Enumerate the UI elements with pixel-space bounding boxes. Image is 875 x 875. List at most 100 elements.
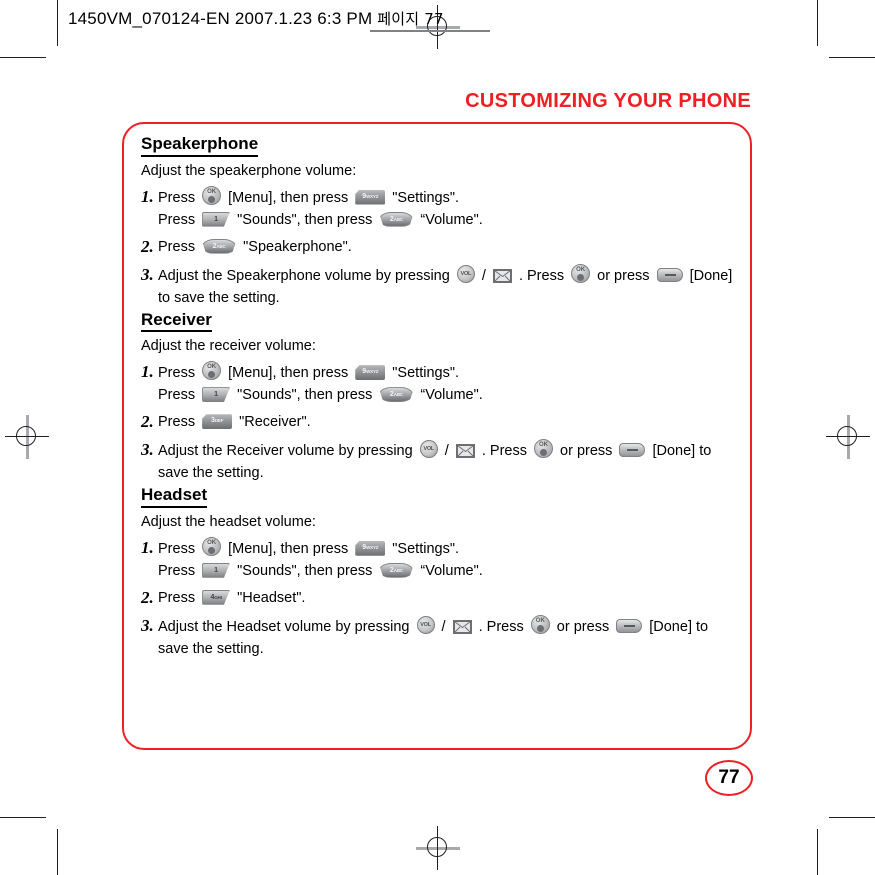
step-text: Adjust the Speakerphone volume by pressi… — [158, 263, 733, 309]
registration-mark-bottom — [416, 826, 460, 870]
step-text: Press OK [Menu], then press 9WXYZ "Setti… — [158, 536, 733, 582]
step-text-run: “Volume". — [416, 562, 483, 579]
keypad-2-icon: 2ABC — [379, 211, 414, 227]
step-text-run: Press — [158, 365, 200, 382]
step-text-run: Press — [158, 189, 200, 206]
crop-line-top-left-horizontal — [0, 57, 46, 58]
step-text-run: . Press — [514, 267, 569, 284]
section-subtitle: Adjust the receiver volume: — [141, 338, 316, 355]
step-text-run: [Menu], then press — [224, 365, 353, 382]
keypad-2-icon: 2ABC — [379, 387, 414, 403]
instruction-step: 3. Adjust the Receiver volume by pressing… — [141, 439, 733, 484]
keypad-4-icon: 4GHI — [202, 589, 231, 605]
instruction-step: 1. Press OK [Menu], then press 9WXYZ "Set… — [141, 185, 733, 231]
crop-line-top-right-vertical — [817, 0, 818, 46]
step-line: Press 1 "Sounds", then press 2ABC “Volum… — [158, 209, 733, 231]
step-line: Press 1 "Sounds", then press 2ABC “Volum… — [158, 384, 733, 406]
step-text-run: or press — [552, 618, 614, 635]
instruction-step: 3. Adjust the Speakerphone volume by pres… — [141, 263, 733, 309]
step-line: Press OK [Menu], then press 9WXYZ "Setti… — [158, 536, 733, 560]
section-heading: Speakerphone — [141, 134, 259, 157]
section: Headset Adjust the headset volume: 1. Press… — [141, 485, 733, 660]
crop-line-bottom-right-vertical — [817, 829, 818, 875]
message-envelope-key-icon — [452, 619, 472, 634]
step-text: Press 4GHI "Headset". — [158, 587, 733, 609]
crop-line-bottom-left-vertical — [57, 829, 58, 875]
message-envelope-key-icon — [492, 268, 512, 283]
step-text: Press OK [Menu], then press 9WXYZ "Setti… — [158, 361, 733, 406]
step-text: Adjust the Headset volume by pressing VO… — [158, 614, 733, 660]
step-line: Adjust the Headset volume by pressing VO… — [158, 614, 733, 660]
soft-key-icon — [619, 443, 646, 458]
page-title: CUSTOMIZING YOUR PHONE — [465, 90, 751, 112]
step-number: 1. — [141, 537, 154, 557]
keypad-2-icon: 2ABC — [379, 562, 414, 578]
step-text-run: “Volume". — [416, 211, 483, 228]
instruction-step: 2. Press 2ABC "Speakerphone". — [141, 236, 733, 259]
step-text-run: [Menu], then press — [224, 540, 353, 557]
step-text-run: "Sounds", then press — [233, 211, 377, 228]
step-text-run: or press — [593, 267, 654, 284]
step-text-run: or press — [556, 443, 617, 460]
section-heading: Receiver — [141, 310, 212, 333]
content-box: Speakerphone Adjust the speakerphone volu… — [122, 122, 752, 750]
ok-key-icon: OK — [571, 263, 591, 283]
step-text: Press 3DEF "Receiver". — [158, 411, 733, 433]
step-number: 2. — [141, 412, 154, 432]
soft-key-icon — [656, 267, 683, 282]
ok-key-icon: OK — [202, 361, 222, 381]
section-subtitle: Adjust the speakerphone volume: — [141, 162, 357, 179]
instruction-step: 1. Press OK [Menu], then press 9WXYZ "Set… — [141, 536, 733, 582]
step-line: Adjust the Speakerphone volume by pressi… — [158, 263, 733, 309]
keypad-2-icon: 2ABC — [202, 238, 237, 254]
section-subtitle: Adjust the headset volume: — [141, 513, 316, 530]
step-line: Press 1 "Sounds", then press 2ABC “Volum… — [158, 560, 733, 582]
instruction-step: 3. Adjust the Headset volume by pressing … — [141, 614, 733, 660]
step-number: 1. — [141, 186, 154, 206]
registration-mark-left — [5, 415, 49, 459]
volume-key-icon: VOL — [419, 440, 438, 459]
document-header-korean: 페이지 77 — [377, 10, 444, 28]
step-text-run: "Speakerphone". — [239, 238, 352, 255]
keypad-1-icon: 1 — [202, 387, 231, 403]
step-text-run: "Settings". — [388, 540, 459, 557]
instruction-step: 2. Press 4GHI "Headset". — [141, 587, 733, 610]
step-text: Adjust the Receiver volume by pressing V… — [158, 439, 733, 484]
registration-mark-right — [826, 415, 870, 459]
section: Receiver Adjust the receiver volume: 1. Pre… — [141, 310, 733, 485]
document-header-text: 1450VM_070124-EN 2007.1.23 6:3 PM — [68, 9, 373, 28]
step-text-run: Press — [158, 562, 200, 579]
step-text-run: "Sounds", then press — [233, 562, 377, 579]
step-text: Press OK [Menu], then press 9WXYZ "Setti… — [158, 185, 733, 231]
crop-line-top-right-horizontal — [829, 57, 875, 58]
step-line: Press OK [Menu], then press 9WXYZ "Setti… — [158, 185, 733, 209]
step-text-run: Adjust the Headset volume by pressing — [158, 618, 414, 635]
page-number: 77 — [718, 767, 740, 788]
step-text-run: "Sounds", then press — [233, 387, 377, 404]
step-text-run: Adjust the Speakerphone volume by pressi… — [158, 267, 454, 284]
content-inner: Speakerphone Adjust the speakerphone volu… — [135, 134, 739, 740]
step-text-run: "Settings". — [388, 365, 459, 382]
step-text-run: “Volume". — [416, 387, 483, 404]
step-number: 2. — [141, 587, 154, 607]
instruction-step: 2. Press 3DEF "Receiver". — [141, 411, 733, 434]
crop-line-top-left-vertical — [57, 0, 58, 46]
step-text-run: "Headset". — [233, 589, 306, 606]
section-heading: Headset — [141, 485, 208, 508]
step-text-run: / — [440, 443, 453, 460]
step-text-run: / — [437, 618, 450, 635]
keypad-3-icon: 3DEF — [202, 414, 233, 430]
crop-line-bottom-right-horizontal — [829, 817, 875, 818]
keypad-1-icon: 1 — [202, 562, 231, 578]
step-text: Press 2ABC "Speakerphone". — [158, 236, 733, 258]
step-number: 3. — [141, 440, 154, 460]
volume-key-icon: VOL — [456, 264, 475, 283]
step-line: Press 3DEF "Receiver". — [158, 411, 733, 433]
ok-key-icon: OK — [534, 439, 553, 459]
instruction-step: 1. Press OK [Menu], then press 9WXYZ "Set… — [141, 361, 733, 406]
step-text-run: . Press — [474, 618, 528, 635]
keypad-9-icon: 9WXYZ — [355, 365, 386, 381]
step-line: Adjust the Receiver volume by pressing V… — [158, 439, 733, 484]
step-text-run: . Press — [477, 443, 531, 460]
keypad-9-icon: 9WXYZ — [355, 189, 386, 205]
